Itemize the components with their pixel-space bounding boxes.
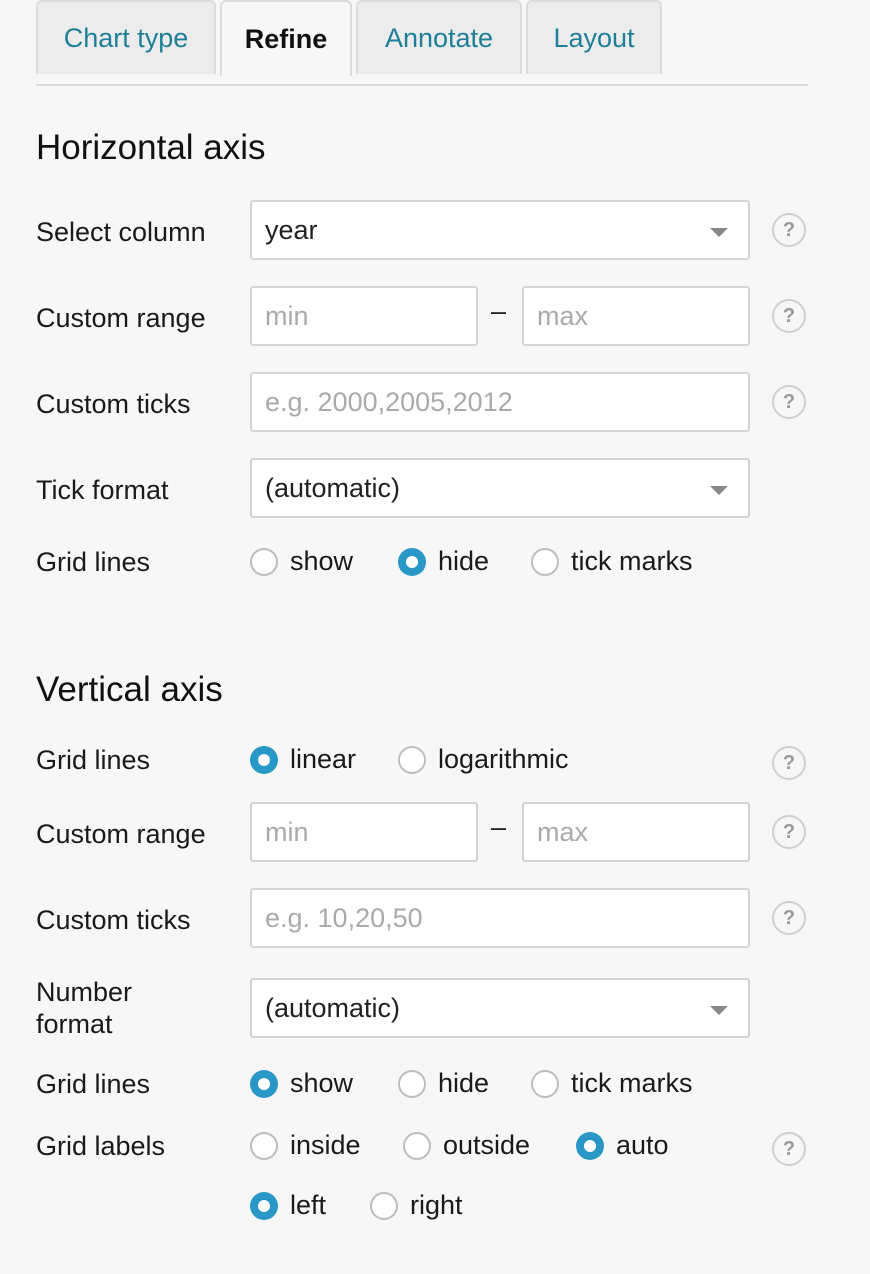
scale-label: Grid lines bbox=[36, 745, 151, 775]
select-column-value: year bbox=[265, 214, 318, 245]
radio-icon bbox=[531, 1069, 559, 1098]
help-icon[interactable]: ? bbox=[772, 746, 806, 780]
radio-icon bbox=[398, 745, 426, 774]
radio-label: show bbox=[290, 546, 354, 576]
radio-icon bbox=[531, 547, 559, 576]
radio-label: hide bbox=[438, 546, 490, 576]
radio-label: right bbox=[410, 1190, 463, 1220]
tab-chart-type[interactable]: Chart type bbox=[36, 0, 216, 74]
number-format-dropdown[interactable]: (automatic) bbox=[250, 978, 750, 1038]
range-max-input[interactable]: max bbox=[522, 286, 750, 346]
v-custom-ticks-input[interactable]: e.g. 10,20,50 bbox=[250, 888, 750, 948]
grid-labels-left-radio[interactable]: left bbox=[250, 1190, 326, 1221]
radio-label: outside bbox=[443, 1130, 531, 1160]
v-custom-ticks-label: Custom ticks bbox=[36, 905, 191, 935]
radio-label: inside bbox=[290, 1130, 361, 1160]
radio-icon bbox=[403, 1131, 431, 1160]
h-grid-show-radio[interactable]: show bbox=[250, 546, 353, 577]
radio-label: auto bbox=[616, 1130, 669, 1160]
radio-label: show bbox=[290, 1068, 354, 1098]
grid-labels-auto-radio[interactable]: auto bbox=[576, 1130, 669, 1161]
help-icon[interactable]: ? bbox=[772, 1132, 806, 1166]
help-icon[interactable]: ? bbox=[772, 385, 806, 419]
help-icon[interactable]: ? bbox=[772, 815, 806, 849]
range-min-input[interactable]: min bbox=[250, 286, 478, 346]
select-column-dropdown[interactable]: year bbox=[250, 200, 750, 260]
h-grid-hide-radio[interactable]: hide bbox=[398, 546, 489, 577]
radio-checked-icon bbox=[250, 1191, 278, 1220]
range-separator: – bbox=[491, 296, 507, 326]
radio-icon bbox=[250, 547, 278, 576]
grid-labels-inside-radio[interactable]: inside bbox=[250, 1130, 361, 1161]
radio-checked-icon bbox=[398, 547, 426, 576]
radio-checked-icon bbox=[250, 745, 278, 774]
radio-label: left bbox=[290, 1190, 327, 1220]
tab-layout[interactable]: Layout bbox=[526, 0, 662, 74]
tick-format-label: Tick format bbox=[36, 475, 169, 505]
grid-labels-right-radio[interactable]: right bbox=[370, 1190, 463, 1221]
help-icon[interactable]: ? bbox=[772, 901, 806, 935]
v-range-max-input[interactable]: max bbox=[522, 802, 750, 862]
radio-label: tick marks bbox=[571, 1068, 693, 1098]
radio-label: logarithmic bbox=[438, 744, 569, 774]
v-grid-show-radio[interactable]: show bbox=[250, 1068, 353, 1099]
v-range-min-input[interactable]: min bbox=[250, 802, 478, 862]
grid-labels-label: Grid labels bbox=[36, 1131, 166, 1161]
custom-ticks-label: Custom ticks bbox=[36, 389, 191, 419]
grid-lines-label: Grid lines bbox=[36, 547, 151, 577]
number-format-label-line2: format bbox=[36, 1009, 113, 1039]
radio-icon bbox=[250, 1131, 278, 1160]
chevron-down-icon bbox=[710, 1006, 728, 1015]
v-custom-range-label: Custom range bbox=[36, 819, 206, 849]
select-column-label: Select column bbox=[36, 217, 206, 247]
radio-checked-icon bbox=[576, 1131, 604, 1160]
radio-label: linear bbox=[290, 744, 357, 774]
h-grid-tick-marks-radio[interactable]: tick marks bbox=[531, 546, 693, 577]
tab-refine[interactable]: Refine bbox=[220, 0, 352, 76]
v-grid-lines-label: Grid lines bbox=[36, 1069, 151, 1099]
radio-checked-icon bbox=[250, 1069, 278, 1098]
grid-labels-outside-radio[interactable]: outside bbox=[403, 1130, 530, 1161]
number-format-label-line1: Number bbox=[36, 977, 133, 1007]
custom-ticks-input[interactable]: e.g. 2000,2005,2012 bbox=[250, 372, 750, 432]
help-icon[interactable]: ? bbox=[772, 213, 806, 247]
v-grid-hide-radio[interactable]: hide bbox=[398, 1068, 489, 1099]
v-range-separator: – bbox=[491, 812, 507, 842]
radio-icon bbox=[370, 1191, 398, 1220]
v-scale-logarithmic-radio[interactable]: logarithmic bbox=[398, 744, 569, 775]
chevron-down-icon bbox=[710, 228, 728, 237]
radio-icon bbox=[398, 1069, 426, 1098]
tab-baseline bbox=[36, 84, 808, 86]
tick-format-value: (automatic) bbox=[265, 472, 401, 503]
chevron-down-icon bbox=[710, 486, 728, 495]
radio-label: tick marks bbox=[571, 546, 693, 576]
radio-label: hide bbox=[438, 1068, 490, 1098]
horizontal-axis-title: Horizontal axis bbox=[36, 128, 266, 167]
tab-annotate[interactable]: Annotate bbox=[356, 0, 522, 74]
number-format-value: (automatic) bbox=[265, 992, 401, 1023]
tick-format-dropdown[interactable]: (automatic) bbox=[250, 458, 750, 518]
v-scale-linear-radio[interactable]: linear bbox=[250, 744, 356, 775]
v-grid-tick-marks-radio[interactable]: tick marks bbox=[531, 1068, 693, 1099]
vertical-axis-title: Vertical axis bbox=[36, 670, 223, 709]
help-icon[interactable]: ? bbox=[772, 299, 806, 333]
custom-range-label: Custom range bbox=[36, 303, 206, 333]
